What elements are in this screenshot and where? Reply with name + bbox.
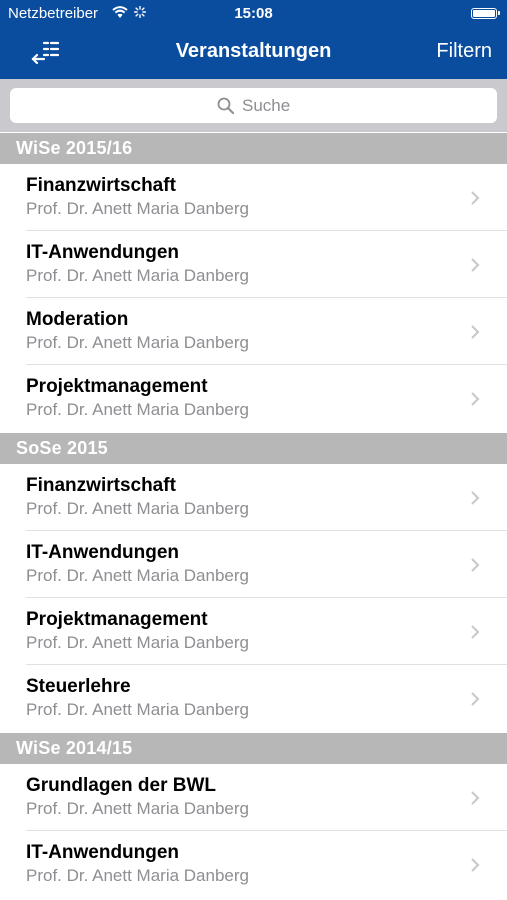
course-lecturer: Prof. Dr. Anett Maria Danberg bbox=[26, 633, 249, 652]
list-item[interactable]: Finanzwirtschaft Prof. Dr. Anett Maria D… bbox=[0, 164, 507, 231]
course-lecturer: Prof. Dr. Anett Maria Danberg bbox=[26, 799, 249, 818]
course-title: Finanzwirtschaft bbox=[26, 175, 176, 196]
course-title: IT-Anwendungen bbox=[26, 242, 180, 263]
chevron-right-icon bbox=[471, 791, 480, 805]
chevron-right-icon bbox=[471, 858, 480, 872]
course-title: IT-Anwendungen bbox=[26, 542, 180, 563]
status-time: 15:08 bbox=[234, 5, 273, 22]
list-item[interactable]: IT-Anwendungen Prof. Dr. Anett Maria Dan… bbox=[0, 231, 507, 298]
course-lecturer: Prof. Dr. Anett Maria Danberg bbox=[26, 400, 249, 419]
list-item[interactable]: Projektmanagement Prof. Dr. Anett Maria … bbox=[0, 365, 507, 432]
course-title: Projektmanagement bbox=[26, 609, 208, 630]
course-title: IT-Anwendungen bbox=[26, 842, 180, 863]
list-item[interactable]: Steuerlehre Prof. Dr. Anett Maria Danber… bbox=[0, 665, 507, 732]
search-bar: Suche bbox=[0, 79, 507, 132]
course-lecturer: Prof. Dr. Anett Maria Danberg bbox=[26, 700, 249, 719]
chevron-right-icon bbox=[471, 191, 480, 205]
list-item[interactable]: Moderation Prof. Dr. Anett Maria Danberg bbox=[0, 298, 507, 365]
chevron-right-icon bbox=[471, 558, 480, 572]
course-title: Projektmanagement bbox=[26, 376, 208, 397]
course-title: Steuerlehre bbox=[26, 676, 131, 697]
list-item[interactable]: Grundlagen der BWL Prof. Dr. Anett Maria… bbox=[0, 764, 507, 831]
search-placeholder: Suche bbox=[242, 96, 291, 115]
section-title: WiSe 2014/15 bbox=[16, 738, 133, 758]
course-lecturer: Prof. Dr. Anett Maria Danberg bbox=[26, 566, 249, 585]
section-title: WiSe 2015/16 bbox=[16, 138, 133, 158]
search-input[interactable]: Suche bbox=[10, 88, 497, 123]
course-lecturer: Prof. Dr. Anett Maria Danberg bbox=[26, 866, 249, 885]
section-header: WiSe 2015/16 bbox=[0, 133, 507, 164]
list-item[interactable]: Projektmanagement Prof. Dr. Anett Maria … bbox=[0, 598, 507, 665]
list-item[interactable]: IT-Anwendungen Prof. Dr. Anett Maria Dan… bbox=[0, 831, 507, 898]
battery-icon bbox=[471, 8, 500, 19]
chevron-right-icon bbox=[471, 625, 480, 639]
course-lecturer: Prof. Dr. Anett Maria Danberg bbox=[26, 199, 249, 218]
course-title: Finanzwirtschaft bbox=[26, 475, 176, 496]
section-header: WiSe 2014/15 bbox=[0, 733, 507, 764]
list-item[interactable]: IT-Anwendungen Prof. Dr. Anett Maria Dan… bbox=[0, 531, 507, 598]
chevron-right-icon bbox=[471, 325, 480, 339]
chevron-right-icon bbox=[471, 491, 480, 505]
list-item[interactable]: Finanzwirtschaft Prof. Dr. Anett Maria D… bbox=[0, 464, 507, 531]
course-title: Grundlagen der BWL bbox=[26, 775, 216, 796]
course-lecturer: Prof. Dr. Anett Maria Danberg bbox=[26, 266, 249, 285]
chevron-right-icon bbox=[471, 258, 480, 272]
course-lecturer: Prof. Dr. Anett Maria Danberg bbox=[26, 499, 249, 518]
section-header: SoSe 2015 bbox=[0, 433, 507, 464]
course-lecturer: Prof. Dr. Anett Maria Danberg bbox=[26, 333, 249, 352]
course-title: Moderation bbox=[26, 309, 129, 330]
navigation-bar: Veranstaltungen Filtern bbox=[0, 28, 507, 79]
filter-button[interactable]: Filtern bbox=[436, 40, 492, 63]
search-icon bbox=[217, 97, 234, 114]
chevron-right-icon bbox=[471, 392, 480, 406]
status-bar: Netzbetreiber 15:08 bbox=[0, 0, 507, 28]
section-title: SoSe 2015 bbox=[16, 438, 108, 458]
top-bar: Netzbetreiber 15:08 Veranstaltungen Filt… bbox=[0, 0, 507, 79]
page-title: Veranstaltungen bbox=[175, 40, 332, 62]
chevron-right-icon bbox=[471, 692, 480, 706]
